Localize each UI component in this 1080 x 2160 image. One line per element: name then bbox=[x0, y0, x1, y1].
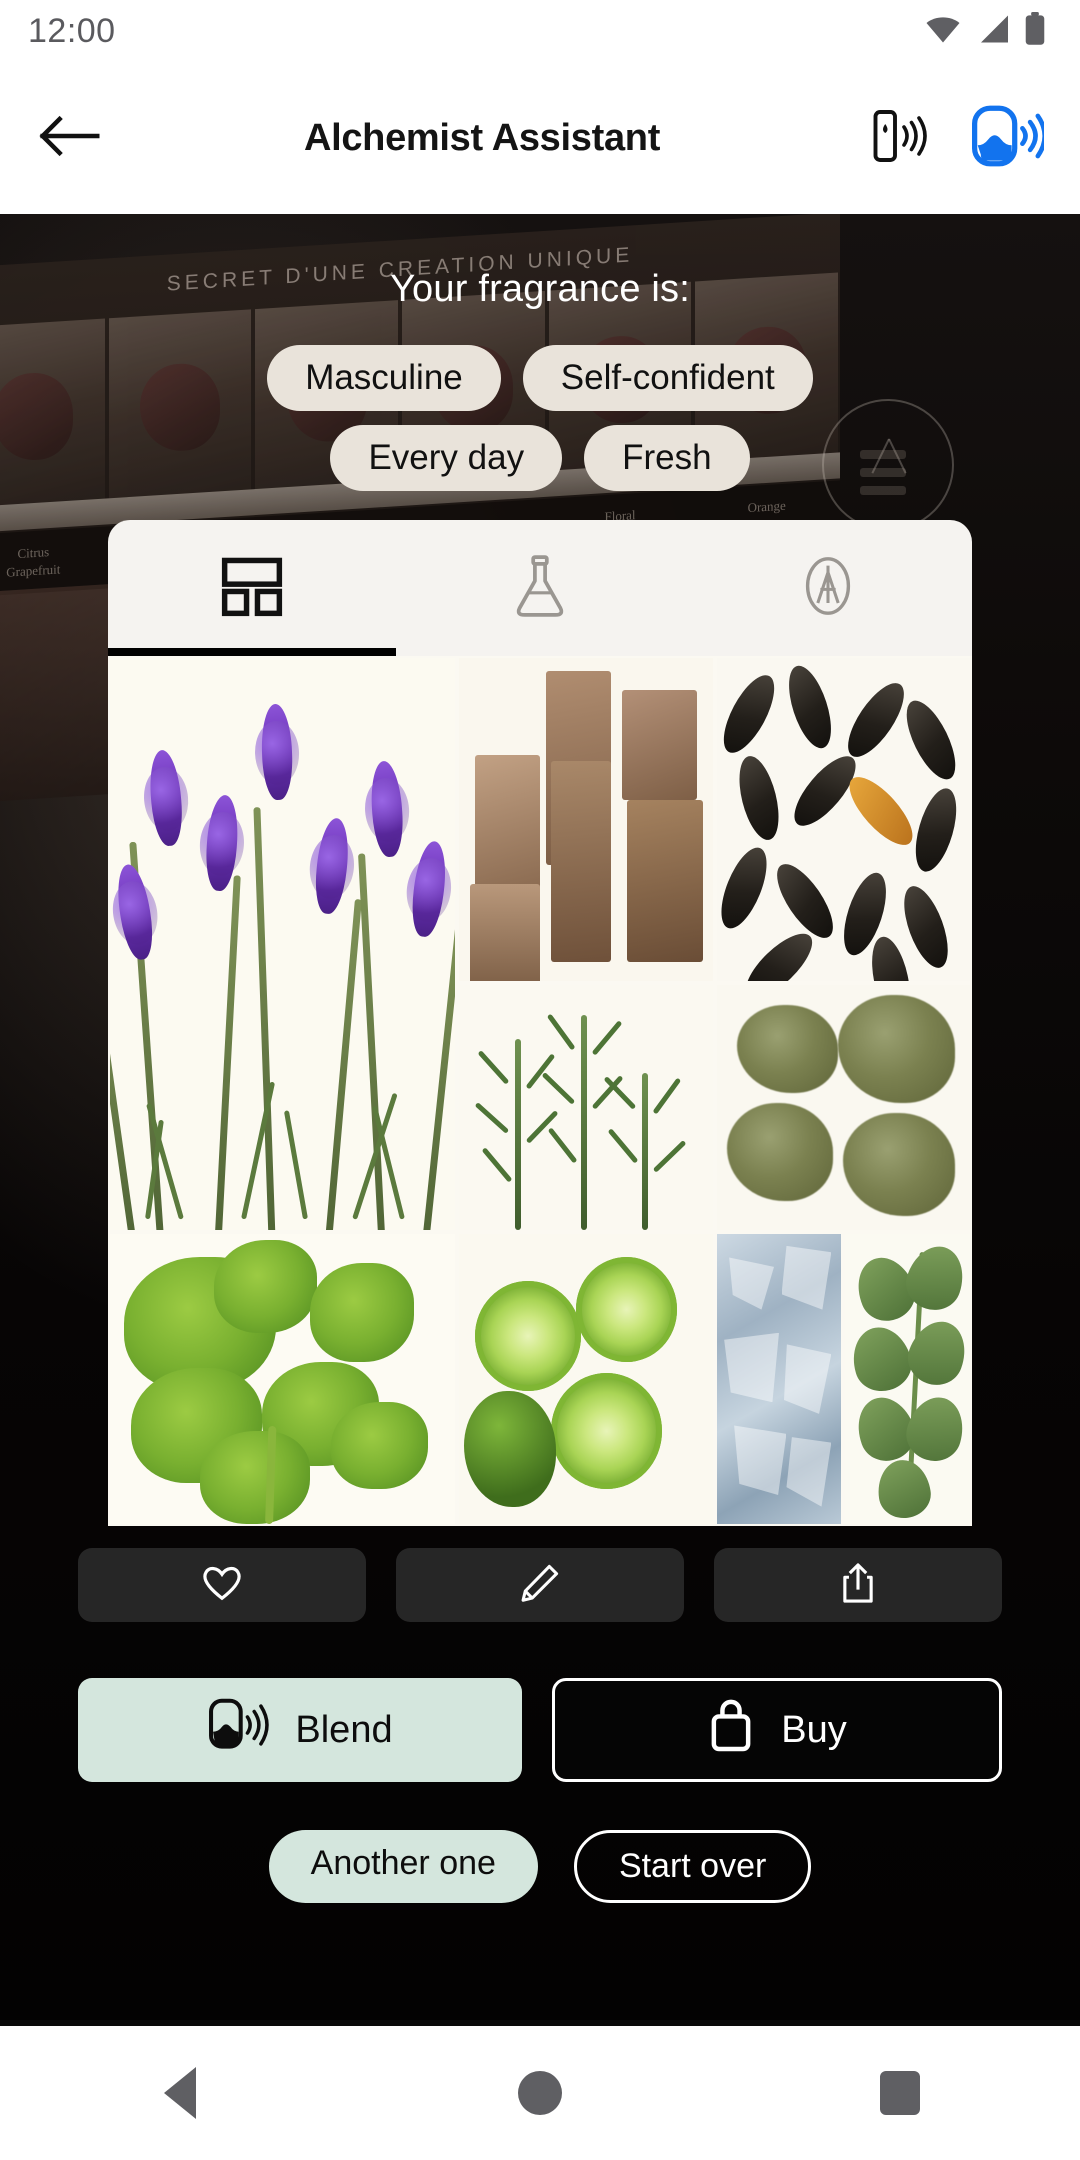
flask-icon bbox=[510, 552, 570, 625]
secondary-action-row bbox=[78, 1548, 1002, 1622]
nav-recents-icon bbox=[880, 2071, 920, 2115]
edit-button[interactable] bbox=[396, 1548, 684, 1622]
attribute-tag[interactable]: Fresh bbox=[584, 425, 750, 491]
status-time: 12:00 bbox=[28, 11, 116, 50]
pencil-icon bbox=[518, 1561, 562, 1610]
ingredient-collage bbox=[108, 656, 972, 1526]
attribute-tag[interactable]: Self-confident bbox=[522, 345, 813, 411]
collage-image-bergamot[interactable] bbox=[459, 1234, 713, 1524]
nav-home-icon bbox=[518, 2071, 562, 2115]
battery-icon bbox=[1024, 11, 1046, 51]
back-arrow-icon bbox=[37, 114, 101, 163]
blend-button-label: Blend bbox=[295, 1708, 393, 1751]
collage-subgrid bbox=[716, 1234, 970, 1524]
collage-image-rosemary[interactable] bbox=[459, 985, 713, 1231]
attribute-tag[interactable]: Masculine bbox=[267, 345, 501, 411]
collage-image-lavender[interactable] bbox=[110, 658, 456, 1231]
result-headline: Your fragrance is: bbox=[389, 268, 691, 310]
collage-image-oakmoss[interactable] bbox=[716, 985, 970, 1231]
tab-formula[interactable] bbox=[396, 520, 684, 656]
share-button[interactable] bbox=[714, 1548, 1002, 1622]
active-tab-indicator bbox=[108, 648, 396, 656]
tab-origin[interactable] bbox=[684, 520, 972, 656]
nav-home-button[interactable] bbox=[480, 2048, 600, 2138]
attribute-tag[interactable]: Every day bbox=[330, 425, 563, 491]
status-bar: 12:00 bbox=[0, 0, 1080, 62]
another-one-button[interactable]: Another one bbox=[268, 1830, 538, 1903]
app-bar: Alchemist Assistant bbox=[0, 62, 1080, 214]
nav-back-button[interactable] bbox=[120, 2048, 240, 2138]
favorite-button[interactable] bbox=[78, 1548, 366, 1622]
collage-image-geranium[interactable] bbox=[110, 1234, 456, 1524]
collage-image-sage[interactable] bbox=[845, 1234, 970, 1524]
primary-action-row: Blend Buy bbox=[78, 1678, 1002, 1782]
collage-image-mineral[interactable] bbox=[716, 1234, 842, 1524]
blend-button[interactable]: Blend bbox=[78, 1678, 522, 1782]
attribute-tags-row-2: Every day Fresh bbox=[0, 425, 1080, 491]
nav-recents-button[interactable] bbox=[840, 2048, 960, 2138]
start-over-button[interactable]: Start over bbox=[573, 1830, 812, 1903]
back-button[interactable] bbox=[26, 95, 112, 181]
wall-label-line2: Grapefruit bbox=[6, 561, 61, 580]
blend-device-icon bbox=[970, 103, 1048, 174]
buy-button[interactable]: Buy bbox=[552, 1678, 1002, 1782]
fragrance-card bbox=[108, 520, 972, 1526]
buy-button-label: Buy bbox=[781, 1708, 847, 1751]
collage-image-wood[interactable] bbox=[459, 658, 713, 982]
tab-collage[interactable] bbox=[108, 520, 396, 656]
shopping-bag-icon bbox=[707, 1697, 755, 1763]
cellular-signal-icon bbox=[976, 14, 1010, 49]
blend-device-button[interactable] bbox=[968, 98, 1048, 178]
wall-label-line1: Citrus bbox=[17, 544, 50, 562]
status-icons bbox=[924, 11, 1046, 51]
share-icon bbox=[837, 1560, 879, 1611]
diffuser-device-icon bbox=[868, 105, 934, 172]
attribute-tags-row-1: Masculine Self-confident bbox=[0, 345, 1080, 411]
blend-device-icon bbox=[207, 1697, 270, 1763]
diffuser-device-button[interactable] bbox=[862, 98, 940, 178]
card-tab-bar bbox=[108, 520, 972, 656]
wifi-icon bbox=[924, 14, 962, 49]
eiffel-tower-oval-icon bbox=[798, 552, 858, 625]
app-bar-actions bbox=[862, 98, 1054, 178]
tertiary-action-row: Another one Start over bbox=[0, 1830, 1080, 1903]
phone-screen: 12:00 Alchemist Assistant SECRET D'UNE C… bbox=[0, 0, 1080, 2160]
grid-collage-icon bbox=[221, 555, 283, 622]
android-nav-bar bbox=[0, 2026, 1080, 2160]
collage-image-tonka[interactable] bbox=[716, 658, 970, 982]
lower-cell bbox=[0, 583, 112, 804]
heart-icon bbox=[200, 1562, 244, 1609]
nav-back-icon bbox=[164, 2067, 196, 2119]
page-title: Alchemist Assistant bbox=[303, 116, 661, 159]
